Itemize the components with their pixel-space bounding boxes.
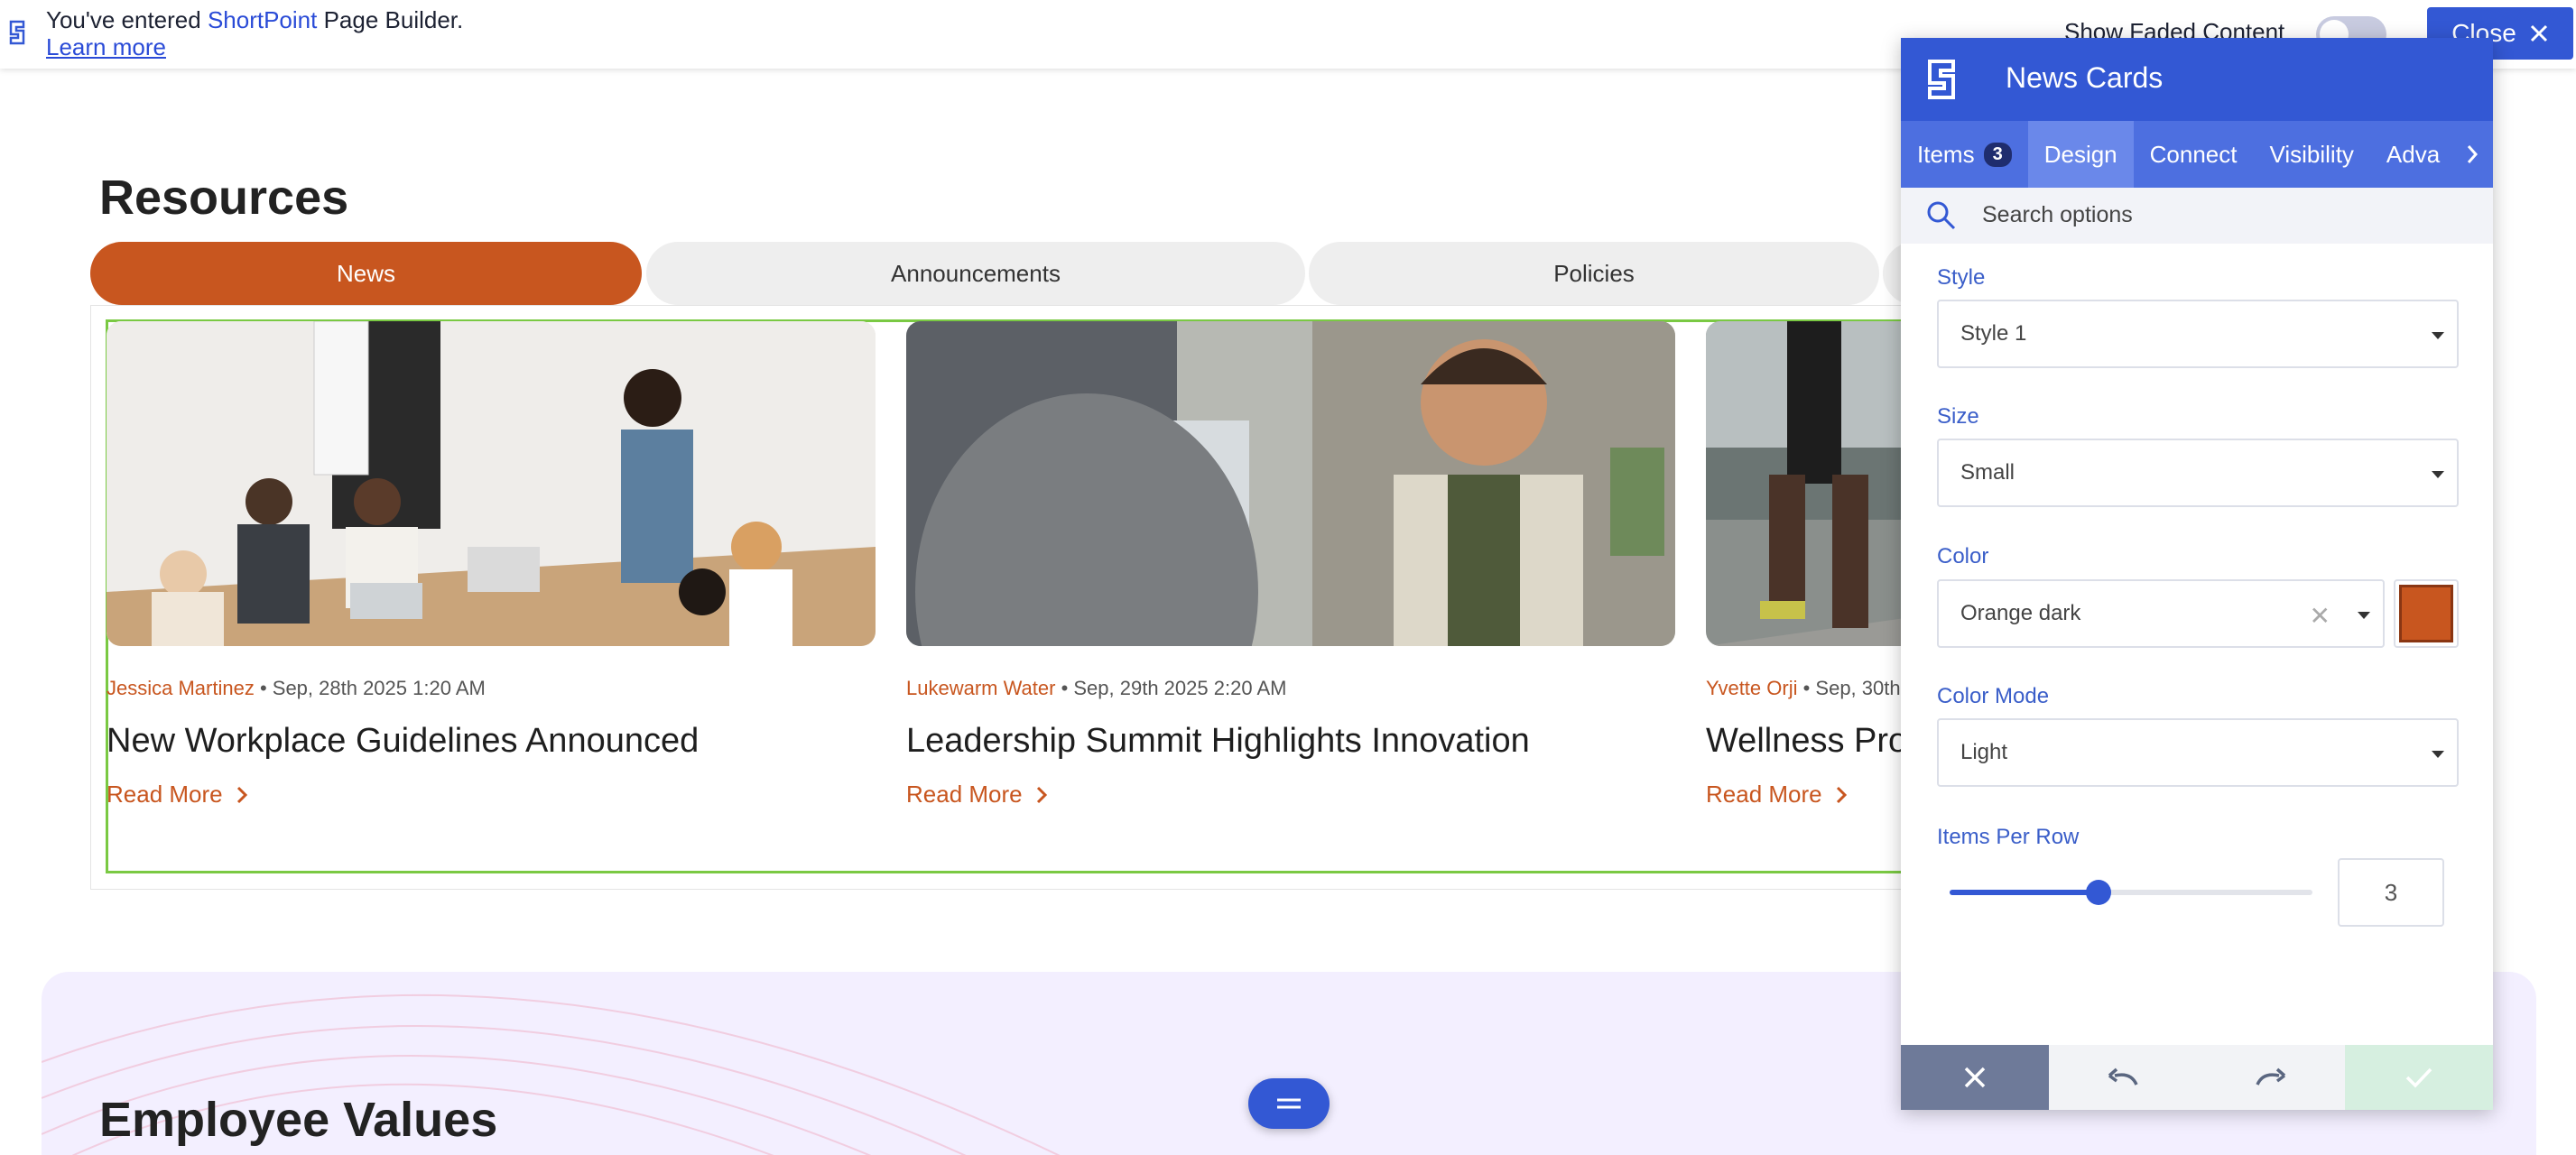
news-card-author[interactable]: Jessica Martinez [107,677,255,699]
news-card-title[interactable]: Wellness Prog [1706,722,1901,761]
tab-announcements[interactable]: Announcements [646,242,1305,305]
resources-title: Resources [99,171,349,225]
learn-more-link[interactable]: Learn more [46,32,166,61]
close-icon [1964,1067,1986,1088]
panel-tabs: Items 3 Design Connect Visibility Adva [1901,121,2493,188]
tab-connect[interactable]: Connect [2134,121,2254,188]
items-count-badge: 3 [1983,142,2012,167]
message-suffix: Page Builder. [317,6,464,33]
search-input[interactable]: Search options [1982,202,2133,228]
size-value: Small [1960,460,2015,485]
size-label: Size [1937,404,1979,429]
tab-policies[interactable]: Policies [1309,242,1879,305]
caret-down-icon [2358,612,2370,619]
style-select[interactable]: Style 1 [1937,300,2459,368]
tab-visibility[interactable]: Visibility [2253,121,2369,188]
chevron-right-icon [1036,786,1047,803]
shortpoint-logo-icon [1928,60,1955,99]
chevron-right-icon [1836,786,1847,803]
news-card-image [107,321,876,646]
size-select[interactable]: Small [1937,439,2459,507]
color-swatch[interactable] [2394,579,2459,648]
panel-footer [1901,1045,2493,1110]
read-more-link[interactable]: Read More [906,781,1675,808]
color-select[interactable]: Orange dark ✕ [1937,579,2385,648]
read-more-label: Read More [1706,781,1822,808]
employee-values-title: Employee Values [99,1093,498,1147]
news-card-date: • Sep, 29th 2025 2:20 AM [1055,677,1287,699]
read-more-label: Read More [107,781,223,808]
clear-icon[interactable]: ✕ [2310,601,2330,631]
tab-design[interactable]: Design [2027,121,2134,188]
news-cards-settings-panel: News Cards Items 3 Design Connect Visibil… [1901,38,2493,1110]
color-mode-label: Color Mode [1937,684,2050,708]
tab-news[interactable]: News [90,242,642,305]
chevron-right-icon [2467,145,2479,163]
message-prefix: You've entered [46,6,208,33]
brand-name: ShortPoint [207,6,318,33]
news-card-meta: Jessica Martinez • Sep, 28th 2025 1:20 A… [107,677,876,700]
read-more-link[interactable]: Read More [1706,781,1901,808]
tabs-scroll-right-button[interactable] [2451,121,2493,188]
close-icon [2530,24,2547,42]
color-mode-value: Light [1960,740,2008,764]
read-more-label: Read More [906,781,1023,808]
tab-items[interactable]: Items 3 [1901,121,2028,188]
panel-title: News Cards [2006,61,2164,94]
color-swatch-fill [2399,585,2453,642]
read-more-link[interactable]: Read More [107,781,876,808]
news-card-date: • Sep, 28th 2025 1:20 AM [254,677,486,699]
search-icon [1927,201,1956,230]
undo-button[interactable] [2049,1045,2197,1110]
items-per-row-slider[interactable] [1950,880,2312,905]
shortpoint-logo-icon [9,20,25,45]
news-card[interactable]: Lukewarm Water • Sep, 29th 2025 2:20 AM … [906,321,1675,808]
style-value: Style 1 [1960,321,2027,346]
caret-down-icon [2432,332,2444,339]
tab-advanced[interactable]: Adva [2370,121,2456,188]
items-per-row-label: Items Per Row [1937,825,2080,849]
chevron-right-icon [236,786,247,803]
tab-items-label: Items [1917,140,1975,168]
news-card-title[interactable]: New Workplace Guidelines Announced [107,722,876,761]
caret-down-icon [2432,471,2444,478]
slider-handle[interactable] [2085,880,2111,905]
builder-message: You've entered ShortPoint Page Builder. [46,5,463,34]
news-card-author[interactable]: Yvette Orji [1706,677,1797,699]
news-card-meta: Yvette Orji • Sep, 30th [1706,677,1901,700]
color-mode-select[interactable]: Light [1937,718,2459,787]
slider-fill [1950,890,2099,895]
undo-icon [2108,1067,2138,1086]
news-card[interactable]: Jessica Martinez • Sep, 28th 2025 1:20 A… [107,321,876,808]
redo-icon [2256,1067,2286,1086]
apply-button[interactable] [2345,1045,2493,1110]
discard-button[interactable] [1901,1045,2049,1110]
news-card-date: • Sep, 30th [1797,677,1901,699]
panel-header: News Cards [1901,38,2493,121]
search-options[interactable]: Search options [1901,188,2493,244]
news-card-image [906,321,1675,646]
news-card-author[interactable]: Lukewarm Water [906,677,1055,699]
news-card-image [1706,321,1901,646]
news-card-title[interactable]: Leadership Summit Highlights Innovation [906,722,1675,761]
news-card-meta: Lukewarm Water • Sep, 29th 2025 2:20 AM [906,677,1675,700]
style-label: Style [1937,265,1986,290]
color-label: Color [1937,544,1989,568]
checkmark-icon [2405,1067,2432,1088]
menu-icon [1277,1098,1301,1109]
items-per-row-input[interactable]: 3 [2338,858,2444,927]
color-value: Orange dark [1960,601,2081,625]
caret-down-icon [2432,751,2444,758]
news-card[interactable]: Yvette Orji • Sep, 30th Wellness Prog Re… [1706,321,1901,808]
builder-menu-button[interactable] [1248,1078,1330,1129]
redo-button[interactable] [2197,1045,2345,1110]
